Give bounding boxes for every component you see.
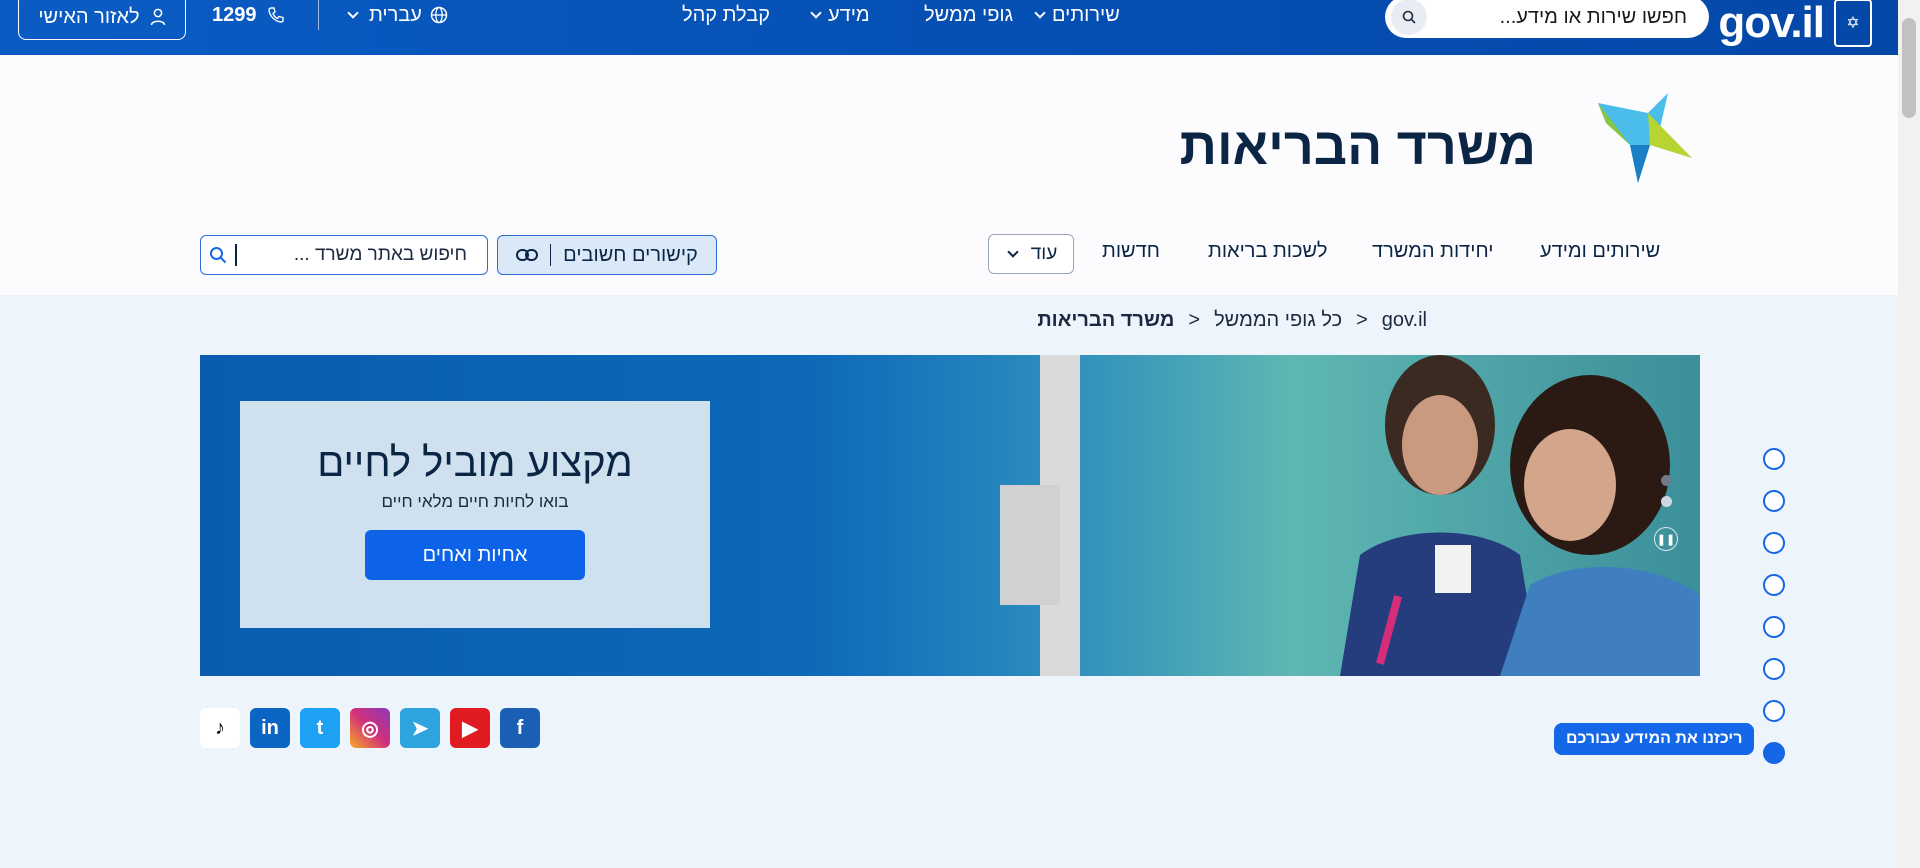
chevron-down-icon — [810, 7, 822, 19]
carousel-dot[interactable] — [1660, 475, 1672, 486]
important-links-button[interactable]: קישורים חשובים — [497, 235, 717, 275]
topnav-services-label: שירותים — [1052, 3, 1120, 26]
breadcrumb-separator: < — [1188, 309, 1201, 331]
phone-hotline[interactable]: 1299 — [212, 0, 285, 30]
site-search-box[interactable]: חיפוש באתר משרד ... — [200, 235, 488, 275]
link-icon — [516, 249, 539, 261]
section-dot[interactable] — [1763, 490, 1785, 512]
scrollbar-thumb[interactable] — [1902, 18, 1916, 118]
facebook-icon[interactable]: f — [500, 708, 540, 748]
topnav-info[interactable]: מידע — [808, 0, 870, 30]
search-button[interactable] — [1391, 0, 1427, 35]
chevron-down-icon — [1007, 246, 1019, 258]
topnav-services[interactable]: שירותים — [1032, 0, 1120, 30]
topnav-government-bodies-label: גופי ממשל — [924, 3, 1014, 26]
topnav-government-bodies[interactable]: גופי ממשל — [924, 0, 1013, 30]
gov-top-bar: gov.il ✡ חפשו שירות או מידע... שירותים ג… — [0, 0, 1898, 55]
more-menu-button[interactable]: עוד — [988, 234, 1074, 274]
tiktok-icon[interactable]: ♪ — [200, 708, 240, 748]
breadcrumb-separator: < — [1356, 309, 1368, 331]
divider — [550, 244, 552, 266]
hero-banner: מקצוע מוביל לחיים בואו לחיות חיים מלאי ח… — [200, 355, 1700, 676]
text-cursor — [235, 244, 237, 266]
gov-search-input[interactable]: חפשו שירות או מידע... — [1427, 6, 1709, 29]
hero-card: מקצוע מוביל לחיים בואו לחיות חיים מלאי ח… — [240, 401, 710, 628]
breadcrumb: gov.il < כל גופי הממשל < משרד הבריאות — [1037, 309, 1427, 332]
site-search-button[interactable] — [201, 246, 235, 264]
ministry-title: משרד הבריאות — [1179, 118, 1536, 176]
phone-icon — [267, 7, 284, 23]
personal-area-label: לאזור האישי — [38, 5, 140, 28]
youtube-icon[interactable]: ▶ — [450, 708, 490, 748]
section-dot[interactable] — [1763, 700, 1785, 722]
pause-icon[interactable]: ❚❚ — [1654, 527, 1678, 551]
chevron-down-icon — [347, 7, 359, 19]
linkedin-icon[interactable]: in — [250, 708, 290, 748]
globe-icon — [430, 6, 448, 24]
carousel-dot[interactable] — [1660, 496, 1672, 507]
hero-title: מקצוע מוביל לחיים — [317, 441, 633, 485]
topnav-reception[interactable]: קבלת קהל — [682, 0, 770, 30]
important-links-label: קישורים חשובים — [563, 243, 698, 266]
mainnav-services-and-info[interactable]: שירותים ומידע — [1540, 240, 1660, 263]
social-links: ♪ in t ◎ ➤ ▶ f — [200, 708, 540, 748]
breadcrumb-govil[interactable]: gov.il — [1382, 309, 1427, 332]
personal-area-button[interactable]: לאזור האישי — [18, 0, 186, 40]
topnav-reception-label: קבלת קהל — [682, 3, 770, 26]
state-emblem-icon: ✡ — [1834, 0, 1872, 47]
section-dot[interactable] — [1763, 532, 1785, 554]
page-scrollbar[interactable] — [1898, 0, 1920, 868]
phone-number: 1299 — [212, 3, 257, 26]
mainnav-ministry-units[interactable]: יחידות המשרד — [1372, 240, 1493, 263]
govil-logo[interactable]: gov.il ✡ — [1718, 0, 1872, 47]
section-dot[interactable] — [1763, 574, 1785, 596]
ministry-header: משרד הבריאות שירותים ומידע יחידות המשרד … — [0, 55, 1898, 295]
site-search-input[interactable]: חיפוש באתר משרד ... — [237, 244, 488, 266]
section-navigator — [1763, 448, 1785, 764]
language-label: עברית — [369, 3, 422, 26]
chevron-down-icon — [1034, 7, 1046, 19]
section-tooltip: ריכזנו את המידע עבורכם — [1554, 723, 1755, 755]
mainnav-health-bureaus[interactable]: לשכות בריאות — [1208, 240, 1327, 263]
instagram-icon[interactable]: ◎ — [350, 708, 390, 748]
breadcrumb-current: משרד הבריאות — [1037, 309, 1175, 331]
hero-subtitle: בואו לחיות חיים מלאי חיים — [381, 492, 569, 511]
section-dot[interactable] — [1763, 448, 1785, 470]
user-icon — [150, 8, 165, 26]
govil-logo-text: gov.il — [1718, 0, 1825, 47]
search-icon — [210, 247, 227, 264]
more-label: עוד — [1030, 243, 1058, 264]
section-dot[interactable] — [1763, 616, 1785, 638]
carousel-controls: ❚❚ — [1652, 465, 1680, 581]
section-dot[interactable] — [1763, 658, 1785, 680]
breadcrumb-all-bodies[interactable]: כל גופי הממשל — [1214, 309, 1342, 332]
ministry-of-health-logo[interactable] — [1588, 83, 1692, 187]
hero-cta-button[interactable]: אחיות ואחים — [365, 530, 585, 580]
topnav-info-label: מידע — [828, 3, 870, 26]
search-icon — [1402, 10, 1416, 24]
section-dot-active[interactable] — [1763, 742, 1785, 764]
telegram-icon[interactable]: ➤ — [400, 708, 440, 748]
mainnav-news[interactable]: חדשות — [1102, 240, 1160, 263]
language-selector[interactable]: עברית — [318, 0, 448, 30]
gov-search-box[interactable]: חפשו שירות או מידע... — [1385, 0, 1709, 38]
twitter-icon[interactable]: t — [300, 708, 340, 748]
nurses-photo — [880, 355, 1700, 676]
